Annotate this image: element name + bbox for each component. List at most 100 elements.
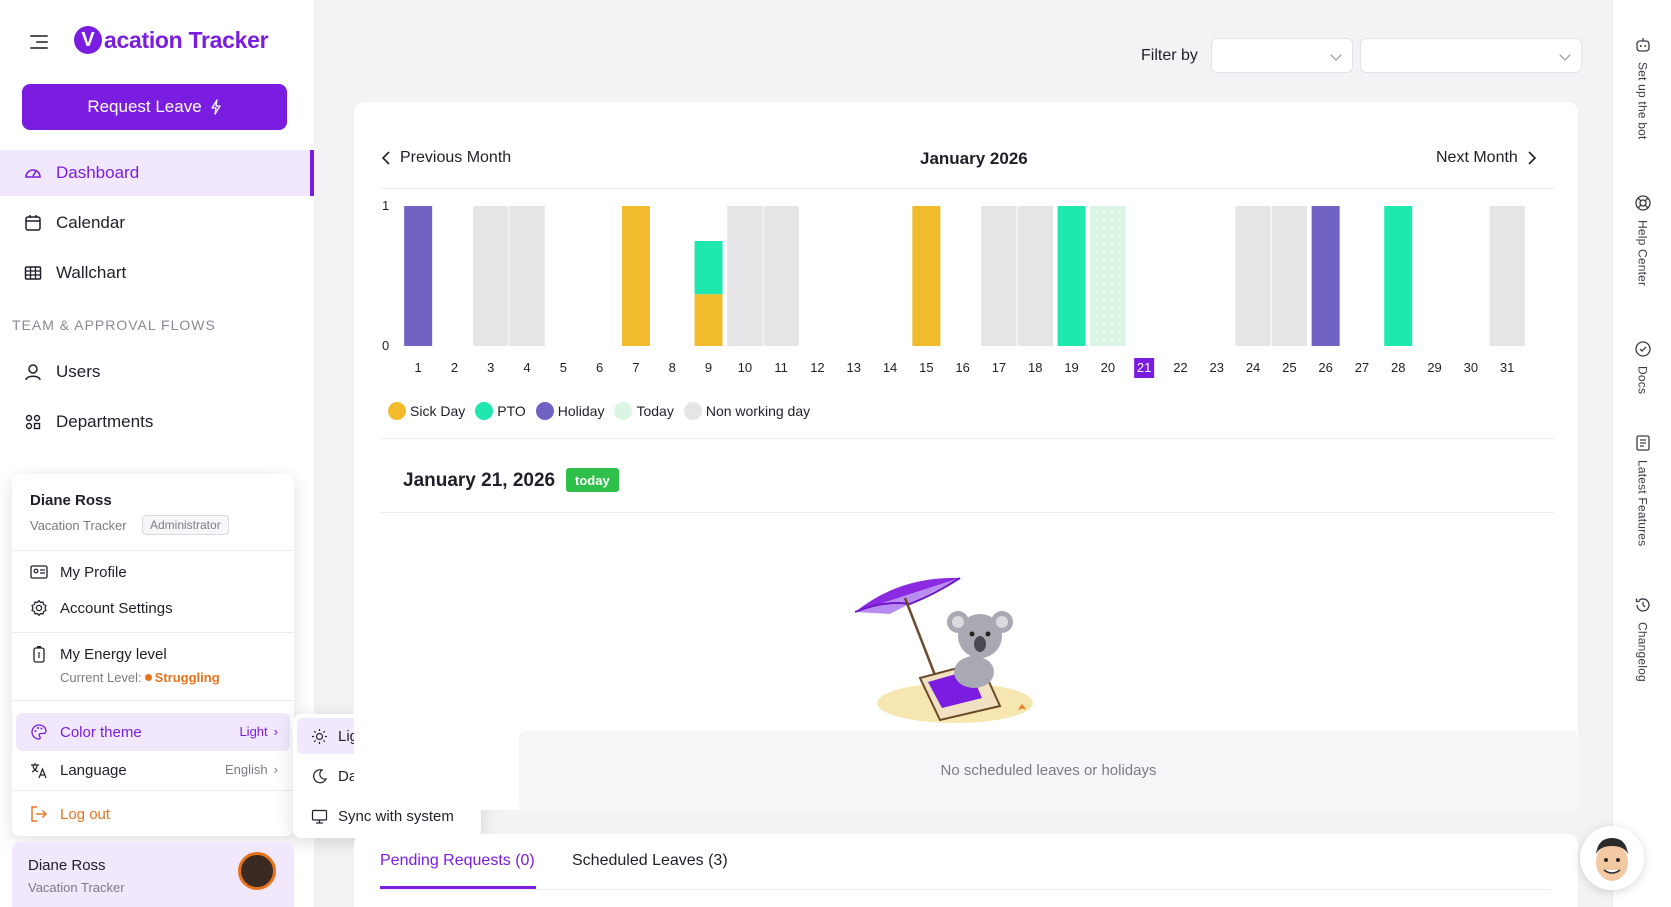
sidebar-item-label: Wallchart <box>56 263 127 282</box>
rail-latest-features[interactable]: Latest Features <box>1613 434 1671 546</box>
requests-tabs-card: Pending Requests (0) Scheduled Leaves (3… <box>354 834 1578 907</box>
sidebar-item-departments[interactable]: Departments <box>0 399 314 445</box>
palette-icon <box>30 723 48 741</box>
x-tick-label: 16 <box>955 360 969 375</box>
x-tick-label: 3 <box>487 360 494 375</box>
chevron-right-icon: › <box>273 724 278 739</box>
chevron-right-icon: › <box>273 762 278 777</box>
next-month-button[interactable]: Next Month <box>1436 149 1536 167</box>
filter-select-primary[interactable] <box>1211 38 1353 73</box>
sidebar-item-dashboard[interactable]: Dashboard <box>0 150 314 196</box>
month-title: January 2026 <box>920 149 1028 168</box>
account-settings-label: Account Settings <box>60 599 173 617</box>
tabs-divider <box>380 889 1550 890</box>
bar-holiday <box>404 206 433 346</box>
x-tick-label: 12 <box>810 360 824 375</box>
color-theme-value-group: Light › <box>239 724 278 739</box>
bar-sick-day <box>621 206 650 346</box>
language-value-group: English › <box>225 762 278 777</box>
chevron-down-icon <box>1330 49 1342 61</box>
color-theme-value: Light <box>239 724 268 739</box>
support-agent-avatar <box>1596 838 1628 881</box>
legend-label: Today <box>636 403 674 419</box>
bar-non-working-day <box>727 206 763 346</box>
legend-item-today: Today <box>614 402 674 420</box>
legend-item-holiday: Holiday <box>535 402 604 420</box>
rail-help-center[interactable]: Help Center <box>1613 194 1671 286</box>
my-profile-item[interactable]: My Profile <box>30 560 278 584</box>
collapse-menu-icon[interactable] <box>30 33 50 51</box>
section-title: TEAM & APPROVAL FLOWS <box>12 317 216 333</box>
rail-changelog[interactable]: Changelog <box>1613 596 1671 682</box>
x-tick-label: 30 <box>1464 360 1478 375</box>
x-tick-label: 27 <box>1355 360 1369 375</box>
account-settings-item[interactable]: Account Settings <box>30 596 278 620</box>
logout-icon <box>30 805 48 823</box>
bar-sick-day <box>912 206 941 346</box>
color-theme-label: Color theme <box>60 723 142 741</box>
lightning-icon <box>211 99 221 115</box>
sidebar-item-calendar[interactable]: Calendar <box>0 200 314 246</box>
bar-non-working-day <box>1489 206 1525 346</box>
support-chat-button[interactable] <box>1580 826 1644 890</box>
moon-icon <box>311 768 328 785</box>
x-tick-label: 28 <box>1391 360 1405 375</box>
bar-non-working-day <box>473 206 509 346</box>
legend-label: PTO <box>497 403 526 419</box>
filter-select-secondary[interactable] <box>1360 38 1582 73</box>
my-profile-label: My Profile <box>60 563 127 581</box>
x-tick-label: 20 <box>1101 360 1115 375</box>
gauge-icon <box>24 164 42 182</box>
logo[interactable]: V acation Tracker <box>74 26 269 54</box>
current-level-value: Struggling <box>154 670 220 685</box>
tab-scheduled-leaves[interactable]: Scheduled Leaves (3) <box>572 852 728 870</box>
x-tick-label: 17 <box>992 360 1006 375</box>
legend-dot-non-working <box>683 402 702 420</box>
x-tick-label: 5 <box>560 360 567 375</box>
x-tick-label: 21 <box>1137 360 1151 375</box>
user-footer[interactable]: Diane Ross Vacation Tracker <box>12 842 294 907</box>
empty-state-text: No scheduled leaves or holidays <box>940 762 1157 779</box>
divider <box>380 512 1554 513</box>
docs-icon <box>1634 340 1652 358</box>
request-leave-label: Request Leave <box>87 97 202 116</box>
sidebar-item-wallchart[interactable]: Wallchart <box>0 250 314 296</box>
x-tick-label: 22 <box>1173 360 1187 375</box>
translate-icon <box>30 761 48 779</box>
user-name: Diane Ross <box>28 857 106 874</box>
y-tick-label: 0 <box>382 338 389 353</box>
logout-item[interactable]: Log out <box>30 802 278 826</box>
sidebar-item-label: Users <box>56 362 101 381</box>
legend-item-non-working-day: Non working day <box>683 402 810 420</box>
x-tick-label: 25 <box>1282 360 1296 375</box>
sidebar-item-users[interactable]: Users <box>0 349 314 395</box>
gear-icon <box>30 599 48 617</box>
rail-label: Changelog <box>1635 622 1650 682</box>
energy-status: Current Level: Struggling <box>60 670 220 685</box>
bar-non-working-day <box>1017 206 1053 346</box>
x-tick-label: 19 <box>1064 360 1078 375</box>
bar-non-working-day <box>509 206 545 346</box>
chevron-down-icon <box>1559 49 1571 61</box>
previous-month-button[interactable]: Previous Month <box>382 149 511 167</box>
x-tick-label: 31 <box>1500 360 1514 375</box>
x-tick-label: 15 <box>919 360 933 375</box>
rail-docs[interactable]: Docs <box>1613 340 1671 394</box>
tab-pending-requests[interactable]: Pending Requests (0) <box>380 852 535 870</box>
sidebar-item-label: Dashboard <box>56 163 140 182</box>
id-card-icon <box>30 563 48 581</box>
x-tick-label: 9 <box>705 360 712 375</box>
legend-label: Sick Day <box>410 403 466 419</box>
logo-mark: V <box>74 26 102 54</box>
rail-setup-bot[interactable]: Set up the bot <box>1613 36 1671 140</box>
sidebar-item-label: Calendar <box>56 213 125 232</box>
legend-item-pto: PTO <box>475 402 526 420</box>
divider <box>12 550 294 551</box>
legend-dot-today <box>614 402 633 420</box>
previous-month-label: Previous Month <box>400 149 512 166</box>
request-leave-button[interactable]: Request Leave <box>22 84 287 130</box>
bar-non-working-day <box>981 206 1017 346</box>
x-tick-label: 4 <box>523 360 530 375</box>
legend-dot-pto <box>475 402 494 420</box>
energy-level-item[interactable]: My Energy level <box>30 642 278 666</box>
